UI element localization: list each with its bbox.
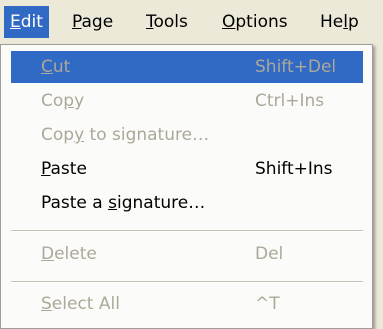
menu-item-copy-to-signature-label: Copy to signature…: [41, 119, 209, 151]
menu-page-label-post: age: [81, 12, 114, 32]
menu-item-paste-a-signature-label: Paste a signature…: [41, 187, 205, 219]
menu-item-copy-label-pre: Co: [41, 91, 64, 111]
menu-item-paste-mnemonic: P: [41, 159, 51, 179]
menu-item-select-all-shortcut: ^T: [255, 294, 280, 314]
menu-options[interactable]: Options: [216, 6, 294, 38]
menu-help-label-pre: He: [320, 12, 344, 32]
menu-item-select-all-mnemonic: S: [41, 294, 52, 314]
edit-dropdown-menu: Cut Shift+Del Copy Ctrl+Ins Copy to sign…: [0, 44, 373, 329]
menu-item-paste[interactable]: Paste Shift+Ins: [11, 153, 363, 185]
menu-tools[interactable]: Tools: [140, 6, 194, 38]
menu-item-copy-shortcut: Ctrl+Ins: [255, 91, 325, 111]
menu-item-copy-to-signature-label-pre: Cop: [41, 125, 75, 145]
menu-item-paste-label: Paste: [41, 153, 87, 185]
menu-item-delete-label: Delete: [41, 238, 97, 270]
menu-tools-mnemonic: T: [146, 12, 154, 32]
menu-item-paste-a-signature-mnemonic: s: [108, 193, 117, 213]
menu-edit-label-post: dit: [20, 12, 43, 32]
menu-item-delete[interactable]: Delete Del: [11, 238, 363, 270]
application-window: Edit Page Tools Options Help Cut Shift+D…: [0, 0, 383, 329]
menu-separator: [11, 230, 363, 232]
menu-bar: Edit Page Tools Options Help: [0, 0, 383, 44]
menu-edit-mnemonic: E: [10, 12, 21, 32]
menu-item-paste-label-post: aste: [50, 159, 87, 179]
menu-item-copy-to-signature-mnemonic: y: [74, 125, 85, 145]
menu-page-mnemonic: P: [72, 12, 82, 32]
menu-item-delete-shortcut: Del: [255, 244, 284, 264]
menu-page[interactable]: Page: [66, 6, 119, 38]
menu-item-copy-to-signature-label-post: to signature…: [84, 125, 210, 145]
menu-item-copy[interactable]: Copy Ctrl+Ins: [11, 85, 363, 117]
menu-edit[interactable]: Edit: [4, 6, 49, 38]
menu-separator: [11, 281, 363, 283]
menu-item-copy-label-post: y: [74, 91, 85, 111]
menu-item-copy-to-signature[interactable]: Copy to signature…: [11, 119, 363, 151]
menu-item-delete-mnemonic: D: [41, 244, 55, 264]
menu-help-label-post: p: [347, 12, 359, 32]
menu-item-select-all-label: Select All: [41, 288, 120, 320]
menu-tools-label-post: ools: [153, 12, 188, 32]
menu-options-label-post: ptions: [235, 12, 288, 32]
menu-item-cut[interactable]: Cut Shift+Del: [11, 51, 363, 83]
menu-item-copy-mnemonic: p: [63, 91, 75, 111]
menu-help[interactable]: Help: [314, 6, 365, 38]
menu-item-paste-a-signature[interactable]: Paste a signature…: [11, 187, 363, 219]
menu-item-cut-shortcut: Shift+Del: [255, 57, 337, 77]
menu-item-cut-label-post: ut: [52, 57, 71, 77]
menu-item-paste-a-signature-label-pre: Paste a: [41, 193, 109, 213]
menu-item-paste-shortcut: Shift+Ins: [255, 159, 333, 179]
menu-item-copy-label: Copy: [41, 85, 84, 117]
menu-item-cut-mnemonic: C: [41, 57, 53, 77]
menu-item-delete-label-post: elete: [54, 244, 97, 264]
menu-options-mnemonic: O: [222, 12, 236, 32]
menu-item-paste-a-signature-label-post: ignature…: [116, 193, 206, 213]
menu-item-select-all[interactable]: Select All ^T: [11, 288, 363, 320]
menu-item-cut-label: Cut: [41, 51, 70, 83]
menu-item-select-all-label-post: elect All: [51, 294, 120, 314]
